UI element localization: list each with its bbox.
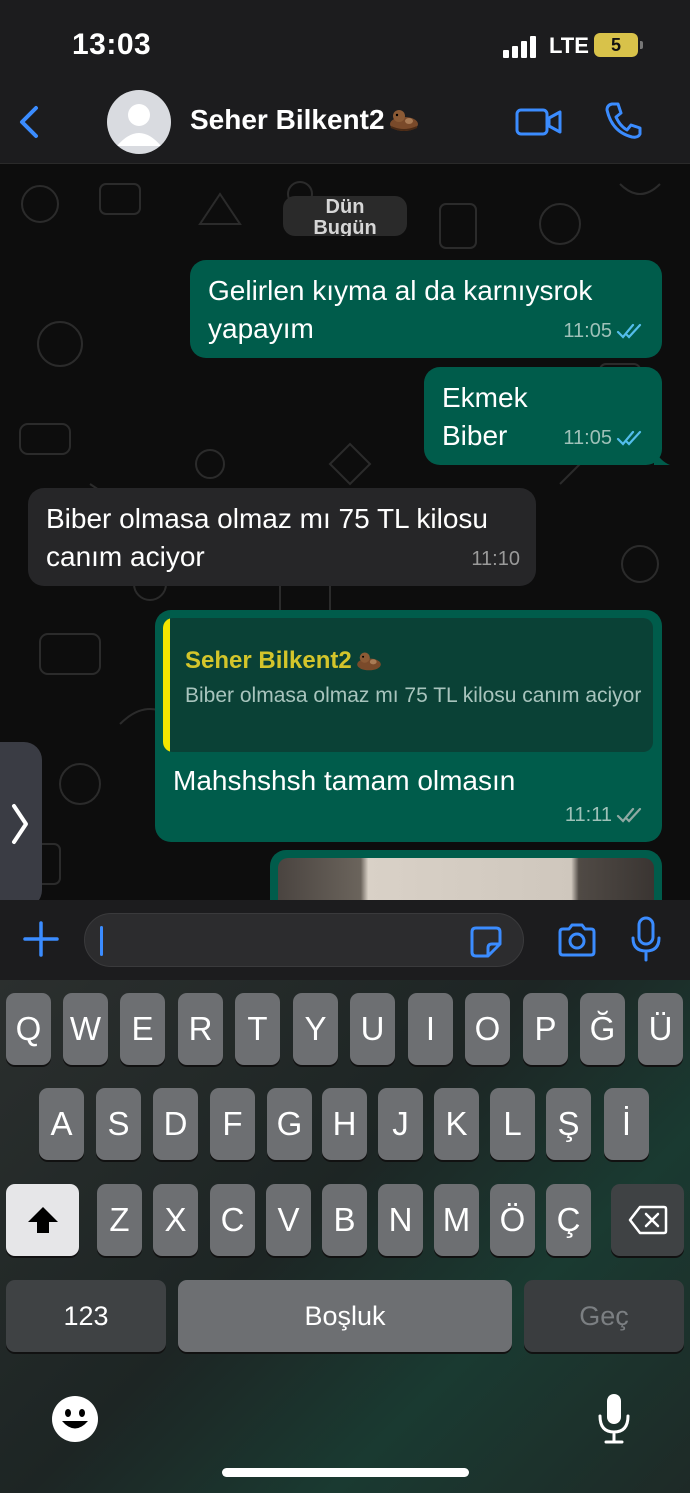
keyboard: Q W E R T Y U I O P Ğ Ü A S D F G H J K … (0, 980, 690, 1493)
message-bubble-outgoing[interactable]: Ekmek Biber 11:05 (424, 367, 662, 465)
quoted-message[interactable]: Seher Bilkent2 Biber olmasa olmaz mı 75 … (163, 618, 653, 752)
key-m[interactable]: M (434, 1184, 479, 1256)
quote-author: Seher Bilkent2 (185, 642, 384, 680)
key-u[interactable]: U (350, 993, 395, 1065)
date-label-yesterday: Dün (325, 196, 365, 218)
message-meta: 11:05 (563, 312, 646, 350)
message-time: 11:11 (564, 804, 612, 826)
key-t[interactable]: T (235, 993, 280, 1065)
key-a[interactable]: A (39, 1088, 84, 1160)
key-g[interactable]: G (267, 1088, 312, 1160)
message-time: 11:05 (563, 427, 612, 449)
message-time: 11:05 (563, 320, 612, 342)
video-call-icon[interactable] (514, 102, 564, 142)
contact-name[interactable]: Seher Bilkent2 (190, 104, 421, 136)
key-z[interactable]: Z (97, 1184, 142, 1256)
key-h[interactable]: H (322, 1088, 367, 1160)
camera-icon[interactable] (556, 920, 598, 960)
signal-icon (503, 36, 539, 58)
key-u-umlaut[interactable]: Ü (638, 993, 683, 1065)
message-input[interactable] (84, 913, 524, 967)
backspace-key[interactable] (611, 1184, 684, 1256)
phone-icon[interactable] (604, 100, 642, 140)
read-ticks-icon (616, 430, 642, 446)
shift-icon (27, 1207, 58, 1233)
status-bar: 13:03 LTE 5 (0, 0, 690, 92)
avatar[interactable] (107, 90, 171, 154)
otter-emoji (356, 652, 381, 671)
battery-icon: 5 (594, 33, 638, 57)
bubble-tail (654, 449, 670, 465)
key-i-dotted[interactable]: İ (604, 1088, 649, 1160)
key-s-cedilla[interactable]: Ş (546, 1088, 591, 1160)
side-panel-handle[interactable] (0, 742, 42, 900)
network-type: LTE (549, 33, 589, 58)
status-time: 13:03 (72, 28, 152, 61)
message-bubble-reply[interactable]: Seher Bilkent2 Biber olmasa olmaz mı 75 … (155, 610, 662, 842)
numbers-key[interactable]: 123 (6, 1280, 166, 1352)
key-y[interactable]: Y (293, 993, 338, 1065)
message-meta: 11:11 (565, 796, 646, 834)
dictation-mic-icon[interactable] (596, 1392, 632, 1446)
key-q[interactable]: Q (6, 993, 51, 1065)
message-bubble-outgoing[interactable]: Gelirlen kıyma al da karnıysrok yapayım … (190, 260, 662, 358)
key-i-dotless[interactable]: I (408, 993, 453, 1065)
key-w[interactable]: W (63, 993, 108, 1065)
quote-bar (163, 618, 170, 752)
media-message[interactable] (270, 850, 662, 900)
mic-icon[interactable] (630, 916, 662, 962)
key-n[interactable]: N (378, 1184, 423, 1256)
message-text: Mahshshsh tamam olmasın (173, 765, 516, 796)
plus-icon[interactable] (22, 920, 60, 958)
date-label-today: Bugün (313, 217, 377, 236)
key-e[interactable]: E (120, 993, 165, 1065)
key-r[interactable]: R (178, 993, 223, 1065)
otter-emoji (389, 110, 418, 131)
message-bubble-incoming[interactable]: Biber olmasa olmaz mı 75 TL kilosu canım… (28, 488, 536, 586)
key-c-cedilla[interactable]: Ç (546, 1184, 591, 1256)
chat-area[interactable]: Dün Bugün Gelirlen kıyma al da karnıysro… (0, 164, 690, 900)
message-meta: 11:10 (471, 540, 520, 578)
read-ticks-icon (616, 323, 642, 339)
media-thumbnail[interactable] (278, 858, 654, 900)
shift-key[interactable] (6, 1184, 79, 1256)
contact-name-text: Seher Bilkent2 (190, 104, 385, 135)
home-indicator (222, 1468, 469, 1477)
key-p[interactable]: P (523, 993, 568, 1065)
key-d[interactable]: D (153, 1088, 198, 1160)
quote-text: Biber olmasa olmaz mı 75 TL kilosu canım… (185, 684, 642, 707)
space-key[interactable]: Boşluk (178, 1280, 512, 1352)
message-input-bar (0, 900, 690, 980)
key-v[interactable]: V (266, 1184, 311, 1256)
key-k[interactable]: K (434, 1088, 479, 1160)
key-j[interactable]: J (378, 1088, 423, 1160)
sticker-icon[interactable] (468, 924, 504, 960)
battery-cap (640, 41, 643, 49)
text-caret (100, 926, 103, 956)
chevron-right-icon (12, 804, 28, 844)
return-key[interactable]: Geç (524, 1280, 684, 1352)
backspace-icon (628, 1205, 667, 1235)
message-meta: 11:05 (563, 419, 646, 457)
chat-header: Seher Bilkent2 (0, 90, 690, 164)
date-separator: Dün Bugün (283, 196, 407, 236)
message-time: 11:10 (471, 548, 520, 570)
key-b[interactable]: B (322, 1184, 367, 1256)
emoji-icon[interactable] (50, 1394, 100, 1444)
key-c[interactable]: C (210, 1184, 255, 1256)
delivered-ticks-icon (616, 807, 642, 823)
key-l[interactable]: L (490, 1088, 535, 1160)
key-o-umlaut[interactable]: Ö (490, 1184, 535, 1256)
key-o[interactable]: O (465, 993, 510, 1065)
message-text: Biber olmasa olmaz mı 75 TL kilosu canım… (46, 503, 488, 572)
key-f[interactable]: F (210, 1088, 255, 1160)
key-x[interactable]: X (153, 1184, 198, 1256)
key-s[interactable]: S (96, 1088, 141, 1160)
back-icon[interactable] (12, 102, 46, 142)
key-g-breve[interactable]: Ğ (580, 993, 625, 1065)
